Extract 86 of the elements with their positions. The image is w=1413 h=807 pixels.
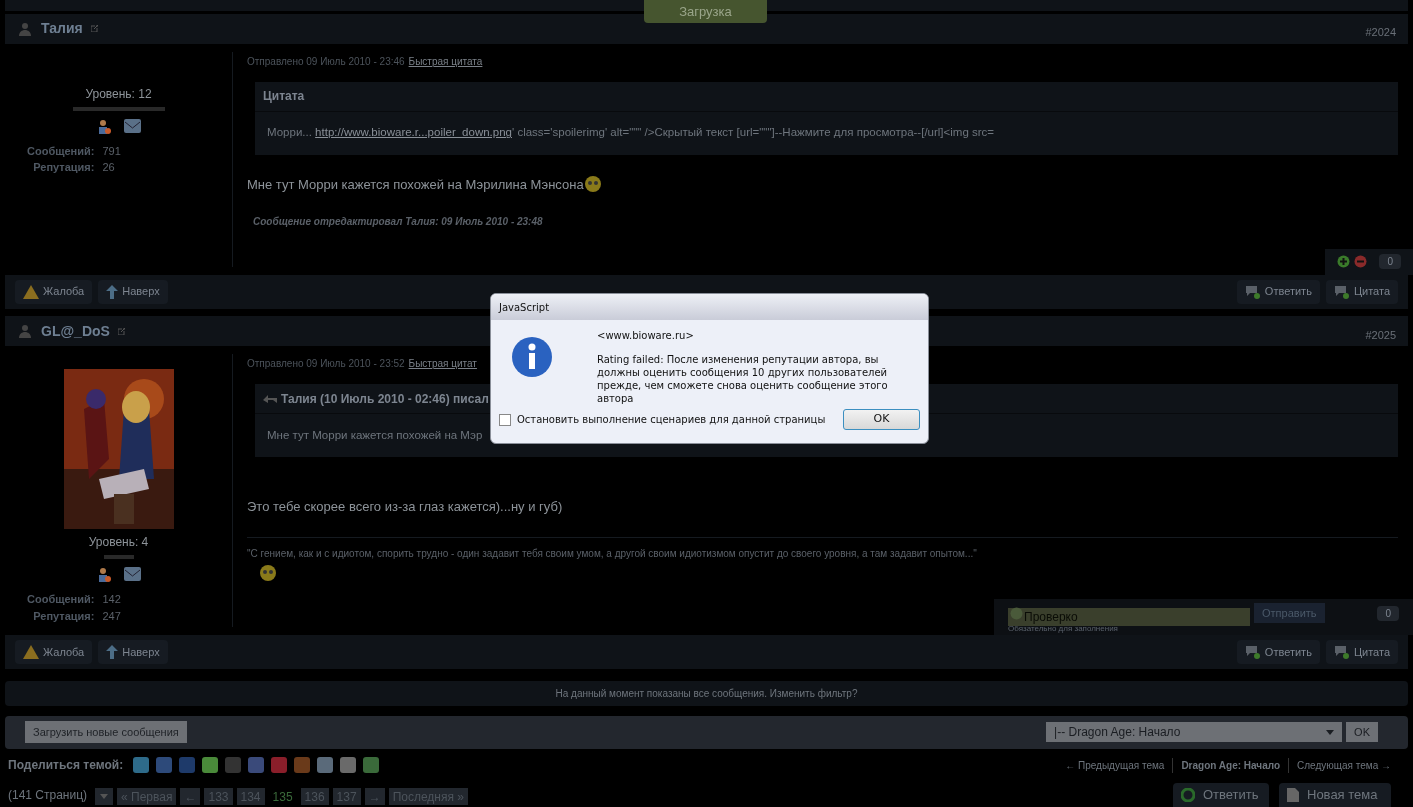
warning-icon bbox=[23, 645, 39, 660]
stat-label: Сообщений: bbox=[27, 592, 95, 608]
quote-title: Талия (10 Июль 2010 - 02:46) писал bbox=[281, 390, 489, 408]
report-button[interactable]: Жалоба bbox=[15, 640, 93, 665]
stat-value: 26 bbox=[102, 160, 116, 176]
refresh-icon bbox=[1181, 788, 1195, 802]
speech-bubble-icon bbox=[1244, 645, 1261, 660]
minus-icon[interactable] bbox=[1354, 255, 1368, 269]
top-button[interactable]: Наверх bbox=[98, 640, 168, 665]
page-count: (141 Страниц) bbox=[8, 787, 88, 804]
page-link[interactable]: → bbox=[364, 788, 385, 805]
filter-notice: На данный момент показаны все сообщения. Изменить фильтр? bbox=[555, 687, 858, 701]
reply-button[interactable]: Ответить bbox=[1236, 279, 1320, 304]
reply-button[interactable]: Ответить bbox=[1236, 640, 1320, 665]
page-link[interactable]: ← bbox=[180, 788, 201, 805]
quote-button[interactable]: Цитата bbox=[1325, 279, 1398, 304]
user-icon bbox=[17, 20, 33, 37]
top-button[interactable]: Наверх bbox=[98, 279, 168, 304]
speech-bubble-icon bbox=[1333, 645, 1350, 660]
author-name[interactable]: Талия bbox=[41, 18, 83, 40]
report-button[interactable]: Жалоба bbox=[15, 279, 93, 304]
stat-value: 142 bbox=[102, 592, 121, 608]
rating-count: 0 bbox=[1379, 254, 1401, 270]
field-hint: Обязательно для заполнения bbox=[1008, 624, 1119, 636]
go-button[interactable]: OK bbox=[1346, 722, 1378, 743]
stop-scripts-checkbox[interactable] bbox=[499, 413, 511, 426]
post-date: Отправлено 09 Июль 2010 - 23:46 bbox=[247, 54, 405, 69]
share-label: Поделиться темой: bbox=[8, 757, 124, 775]
info-icon bbox=[511, 336, 553, 378]
external-link-icon[interactable] bbox=[90, 25, 98, 33]
post-number[interactable]: #2025 bbox=[1365, 327, 1396, 344]
quote-text: Морри... http://www.bioware.r...poiler_down.png' class='spoilerimg' alt=""" />Скрытый текст [url="""]--Нажмите для просмотра--[/url]<img src= bbox=[267, 125, 995, 141]
caret-icon bbox=[100, 794, 109, 799]
quote-button[interactable]: Цитата bbox=[1325, 640, 1398, 665]
reply-button[interactable]: Ответить bbox=[1173, 783, 1269, 807]
forum-select[interactable]: |-- Dragon Age: Начало bbox=[1046, 722, 1343, 743]
dialog-site: <www.bioware.ru> bbox=[597, 329, 695, 343]
ok-button[interactable]: OK bbox=[843, 409, 920, 430]
rating-count: 0 bbox=[1377, 605, 1399, 621]
signature: "С гением, как и с идиотом, спорить трудно - один задавит тебя своим умом, а другой своим идиотизмом опустит до своего уровня, а там задавит опытом..." bbox=[247, 546, 978, 561]
user-icon[interactable] bbox=[96, 567, 112, 584]
reply-arrow-icon bbox=[263, 393, 277, 404]
next-topic-link[interactable]: Следующая тема → bbox=[1289, 757, 1391, 773]
previous-topic-link[interactable]: ← Предыдущая тема bbox=[1065, 757, 1174, 773]
post-date: Отправлено 09 Июль 2010 - 23:52 bbox=[247, 357, 405, 372]
checkbox-label: Остановить выполнение сценариев для данной страницы bbox=[517, 413, 826, 427]
quick-quote-link[interactable]: Быстрая цитата bbox=[408, 53, 483, 69]
submit-button[interactable]: Отправить bbox=[1254, 603, 1325, 624]
speech-bubble-icon bbox=[1333, 284, 1350, 299]
stat-value: 247 bbox=[102, 608, 121, 624]
plus-icon bbox=[1010, 606, 1023, 620]
document-icon bbox=[1287, 788, 1299, 802]
author-name[interactable]: GL@_DoS bbox=[41, 320, 110, 342]
user-level: Уровень: 4 bbox=[88, 534, 149, 552]
speech-bubble-icon bbox=[1244, 284, 1261, 299]
level-pips-drawing bbox=[103, 555, 134, 560]
quote-text: Мне тут Морри кажется похожей на Мэр bbox=[267, 428, 483, 444]
current-topic: Dragon Age: Начало bbox=[1173, 757, 1290, 773]
post-body: Мне тут Морри кажется похожей на Мэрилина Мэнсона bbox=[247, 175, 584, 194]
edit-note: Сообщение отредактировал Талия: 09 Июль 2010 - 23:48 bbox=[253, 215, 544, 230]
quote-title: Цитата bbox=[263, 88, 305, 106]
warning-icon bbox=[23, 284, 39, 299]
stat-label: Репутация: bbox=[32, 160, 95, 176]
plus-icon[interactable] bbox=[1337, 255, 1351, 269]
new-topic-button[interactable]: Новая тема bbox=[1279, 783, 1391, 807]
quick-quote-link[interactable]: Быстрая цитат bbox=[408, 356, 477, 372]
load-new-button[interactable]: Загрузить новые сообщения bbox=[25, 721, 187, 744]
arrow-up-icon bbox=[106, 284, 119, 299]
user-level: Уровень: 12 bbox=[85, 85, 152, 103]
stat-label: Сообщений: bbox=[27, 143, 95, 159]
external-link-icon[interactable] bbox=[117, 327, 125, 335]
post-number[interactable]: #2024 bbox=[1365, 24, 1396, 41]
dialog-title: JavaScript bbox=[499, 300, 550, 315]
user-icon[interactable] bbox=[96, 118, 112, 135]
user-icon bbox=[17, 323, 33, 340]
dialog-message: Rating failed: После изменения репутации автора, вы должны оценить сообщения 10 других пользователей прежде, чем сможете снова оценить сообщение этого автора bbox=[597, 353, 889, 405]
stat-value: 791 bbox=[102, 143, 121, 159]
loading-badge: Загрузка bbox=[644, 0, 767, 23]
page-link[interactable]: 135 bbox=[268, 788, 297, 805]
post-body: Это тебе скорее всего из-за глаз кажется)...ну и губ) bbox=[247, 498, 563, 517]
smiley-icon bbox=[259, 563, 277, 582]
arrow-up-icon bbox=[106, 645, 119, 660]
dropdown-arrow-icon bbox=[1326, 729, 1335, 735]
stat-label: Репутация: bbox=[32, 608, 95, 624]
page-jump-button[interactable] bbox=[95, 788, 114, 805]
quote-link[interactable]: http://www.bioware.r...poiler_down.png bbox=[315, 126, 512, 139]
